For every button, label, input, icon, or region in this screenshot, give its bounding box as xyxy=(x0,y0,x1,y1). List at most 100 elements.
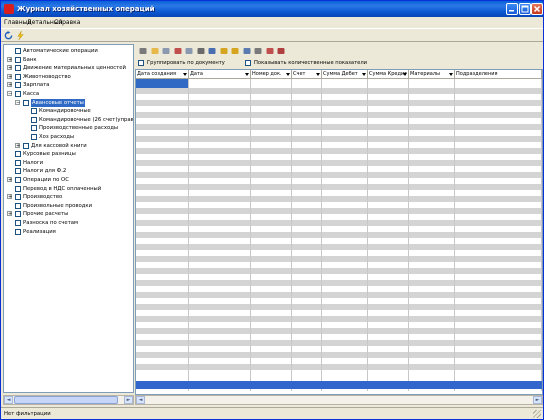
table-row[interactable] xyxy=(136,370,542,376)
menu-item[interactable]: Справка xyxy=(54,19,80,26)
new-folder-icon[interactable] xyxy=(151,47,159,55)
grid-horizontal-scrollbar[interactable]: ◄ ► xyxy=(135,395,543,405)
tree-item[interactable]: + Производство xyxy=(4,193,133,201)
tree-item-checkbox[interactable] xyxy=(15,73,21,80)
tree-scroll-thumb[interactable] xyxy=(14,396,118,404)
print-icon[interactable] xyxy=(197,47,205,55)
tree-item[interactable]: Разноска по счетам xyxy=(4,219,133,227)
column-header[interactable]: Подразделения xyxy=(455,70,542,79)
selected-cell[interactable] xyxy=(136,79,189,88)
tree-item[interactable]: Произвольные проводки xyxy=(4,202,133,210)
group-by-document-checkbox[interactable] xyxy=(138,60,144,66)
filter-icon[interactable] xyxy=(243,47,251,55)
tree-item[interactable]: + Операции по ОС xyxy=(4,176,133,184)
tree-item-checkbox[interactable] xyxy=(15,177,21,183)
tree-item-checkbox[interactable] xyxy=(23,99,29,106)
tree-item-checkbox[interactable] xyxy=(15,185,21,192)
tree-item-checkbox[interactable] xyxy=(15,211,21,218)
report-icon[interactable] xyxy=(266,47,274,55)
tree-item[interactable]: Хоз расходы xyxy=(4,133,133,141)
tree-item[interactable]: − Касса xyxy=(4,90,133,98)
column-header[interactable]: Номер док. xyxy=(251,70,292,79)
paste-icon[interactable] xyxy=(185,47,193,55)
dropdown-arrow-icon[interactable] xyxy=(403,73,407,76)
grid-scroll-right-arrow-icon[interactable]: ► xyxy=(533,396,542,404)
dropdown-arrow-icon[interactable] xyxy=(449,73,453,76)
tree-item-checkbox[interactable] xyxy=(15,91,21,97)
tree-item[interactable]: Реализация xyxy=(4,228,133,236)
dropdown-arrow-icon[interactable] xyxy=(316,73,320,76)
tree-item-checkbox[interactable] xyxy=(23,142,29,149)
tree-item[interactable]: + Прочие расчеты xyxy=(4,210,133,218)
tree-item-checkbox[interactable] xyxy=(15,220,21,226)
tree-item-checkbox[interactable] xyxy=(15,228,21,235)
tree-item-checkbox[interactable] xyxy=(15,202,21,209)
tree-item-checkbox[interactable] xyxy=(15,48,21,54)
refresh-icon[interactable] xyxy=(4,31,13,40)
tree-item[interactable]: + Зарплата xyxy=(4,81,133,89)
tree-item[interactable]: Автоматические операции xyxy=(4,47,133,55)
resize-grip-icon[interactable] xyxy=(533,410,541,418)
scroll-left-arrow-icon[interactable]: ◄ xyxy=(4,396,13,404)
column-header[interactable]: Сумма Кредит xyxy=(368,70,409,79)
title-bar[interactable]: Журнал хозяйственных операций xyxy=(1,1,543,17)
dropdown-arrow-icon[interactable] xyxy=(286,73,290,76)
collapse-icon[interactable]: − xyxy=(7,91,12,97)
dropdown-arrow-icon[interactable] xyxy=(183,73,187,76)
tree-horizontal-scrollbar[interactable]: ◄ ► xyxy=(3,395,134,405)
chart-icon[interactable] xyxy=(277,47,285,55)
tree-item[interactable]: Налоги для Ф.2 xyxy=(4,167,133,175)
save-icon[interactable] xyxy=(208,47,216,55)
tree-item[interactable]: + Движение материальных ценностей xyxy=(4,64,133,72)
tree-item[interactable]: − Авансовые отчеты xyxy=(4,98,133,107)
tree-item-checkbox[interactable] xyxy=(15,65,21,72)
show-quantity-checkbox[interactable] xyxy=(245,60,251,66)
collapse-icon[interactable]: − xyxy=(15,99,20,105)
column-header[interactable]: Материалы xyxy=(409,70,455,79)
tree-item[interactable]: + Животноводство xyxy=(4,73,133,81)
search-icon[interactable] xyxy=(254,47,262,55)
tree-item-checkbox[interactable] xyxy=(15,168,21,175)
tree-item-checkbox[interactable] xyxy=(15,194,21,201)
lightning-icon[interactable] xyxy=(16,31,25,40)
tree-item[interactable]: Командировочные xyxy=(4,107,133,115)
expand-icon[interactable]: + xyxy=(7,82,12,88)
dropdown-arrow-icon[interactable] xyxy=(245,73,249,76)
key-icon[interactable] xyxy=(231,47,239,55)
expand-icon[interactable]: + xyxy=(7,177,12,183)
tree-item-checkbox[interactable] xyxy=(15,159,21,166)
close-button[interactable] xyxy=(531,3,543,15)
tree-item-checkbox[interactable] xyxy=(31,116,37,123)
column-header[interactable]: Дата создания xyxy=(136,70,189,79)
lock-icon[interactable] xyxy=(220,47,228,55)
delete-icon[interactable] xyxy=(174,47,182,55)
column-header[interactable]: Сумма Дебет xyxy=(322,70,368,79)
expand-icon[interactable]: + xyxy=(7,194,12,200)
expand-icon[interactable]: + xyxy=(15,142,20,148)
tree-item-checkbox[interactable] xyxy=(31,134,37,140)
tree-item-checkbox[interactable] xyxy=(15,56,21,63)
expand-icon[interactable]: + xyxy=(7,211,12,217)
dropdown-arrow-icon[interactable] xyxy=(362,73,366,76)
expand-icon[interactable]: + xyxy=(7,65,12,71)
back-arrow-icon[interactable] xyxy=(139,47,147,55)
grid-scroll-left-arrow-icon[interactable]: ◄ xyxy=(136,396,145,404)
tree-item-checkbox[interactable] xyxy=(31,108,37,115)
tree-item[interactable]: + Для кассовой книги xyxy=(4,142,133,150)
maximize-button[interactable] xyxy=(519,3,531,15)
tree-item[interactable]: Командировочные (26 счет)управлен xyxy=(4,116,133,124)
column-header[interactable]: Дата xyxy=(189,70,251,79)
column-header[interactable]: Счет xyxy=(292,70,322,79)
tree-item-checkbox[interactable] xyxy=(15,151,21,158)
tree-item[interactable]: + Банк xyxy=(4,56,133,64)
tree-item-checkbox[interactable] xyxy=(15,82,21,89)
minimize-button[interactable] xyxy=(506,3,518,15)
tree-item[interactable]: Налоги xyxy=(4,159,133,167)
expand-icon[interactable]: + xyxy=(7,73,12,79)
expand-icon[interactable]: + xyxy=(7,56,12,62)
tree-item[interactable]: Курсовые разницы xyxy=(4,150,133,158)
tree-item-checkbox[interactable] xyxy=(31,125,37,132)
scroll-right-arrow-icon[interactable]: ► xyxy=(124,396,133,404)
tree-item[interactable]: Производственные расходы xyxy=(4,124,133,132)
tree-item[interactable]: Перевод в НДС оплаченный xyxy=(4,185,133,193)
